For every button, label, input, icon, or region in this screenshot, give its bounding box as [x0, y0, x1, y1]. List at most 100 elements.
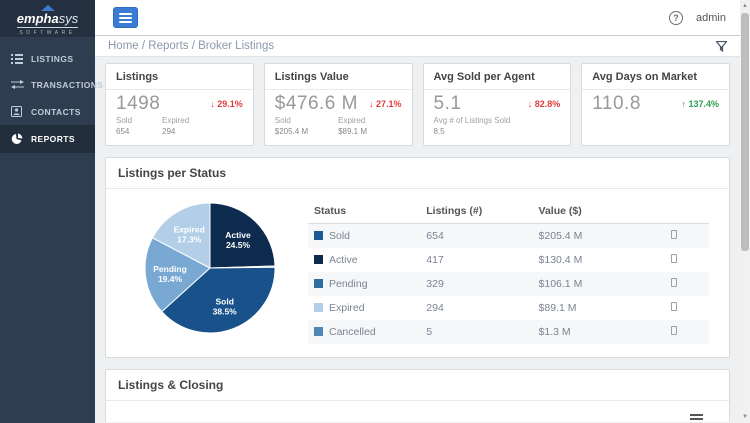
row-detail-icon[interactable] [670, 277, 677, 287]
sidebar: emphasys SOFTWARE LISTINGS TRANSACTIONS … [0, 0, 103, 423]
card-substat: Avg # of Listings Sold 8.5 [433, 116, 511, 136]
cell-action [665, 248, 709, 272]
row-detail-icon[interactable] [670, 301, 677, 311]
list-icon [11, 54, 24, 64]
row-detail-icon[interactable] [670, 229, 677, 239]
sidebar-item-label: LISTINGS [31, 54, 74, 64]
card-title: Avg Days on Market [582, 64, 729, 90]
stat-card-listings-value: Listings Value $476.6 M ↓ 27.1% Sold $205… [263, 63, 413, 146]
app-logo: emphasys SOFTWARE [0, 0, 95, 37]
table-header-row: Status Listings (#) Value ($) [308, 200, 709, 224]
cell-status: Pending [308, 271, 421, 296]
help-icon[interactable] [669, 10, 684, 25]
pie-chart-icon [11, 133, 24, 145]
sidebar-item-transactions[interactable]: TRANSACTIONS [0, 72, 103, 98]
chart-export-menu-icon[interactable] [690, 413, 703, 422]
panel-title: Listings per Status [106, 158, 729, 189]
col-header-value: Value ($) [532, 200, 665, 224]
cell-action [665, 296, 709, 320]
status-color-swatch [314, 230, 323, 240]
stat-card-avg-sold-per-agent: Avg Sold per Agent 5.1 ↓ 82.8% Avg # of … [422, 63, 572, 146]
pie-slice-label: Expired 17.3% [174, 224, 205, 244]
logo-subtitle: SOFTWARE [19, 29, 76, 36]
card-title: Avg Sold per Agent [423, 64, 571, 90]
status-color-swatch [314, 254, 323, 264]
row-detail-icon[interactable] [670, 325, 677, 335]
cell-value: $89.1 M [538, 301, 577, 314]
status-color-swatch [314, 326, 323, 336]
status-pie: Active 24.5% Sold 38.5% Pending 19.4% Expired 1… [144, 202, 276, 334]
card-substat: Sold 654 [116, 116, 133, 136]
cell-action [664, 223, 709, 248]
breadcrumb-bar: Home / Reports / Broker Listings [95, 36, 740, 57]
status-color-swatch [314, 302, 323, 312]
contact-card-icon [11, 106, 24, 117]
card-delta: ↓ 27.1% [368, 99, 402, 109]
filter-icon[interactable] [716, 40, 727, 52]
card-value: $476.6 M [274, 93, 358, 114]
cell-status: Expired [308, 296, 420, 320]
cell-listings: 5 [420, 319, 533, 344]
cell-listings: 294 [426, 301, 444, 314]
cell-value: $205.4 M [532, 223, 665, 248]
cell-action [664, 319, 709, 344]
logo-text-bold: empha [16, 10, 59, 26]
table-row: Cancelled 5 $1.3 M [308, 319, 709, 344]
card-delta: ↓ 29.1% [210, 99, 243, 109]
pie-slice-label: Pending 19.4% [153, 264, 187, 284]
closing-chart-area: 40M 160 [106, 401, 729, 422]
stat-card-listings: Listings 1498 ↓ 29.1% Sold 654 Expired 294 [105, 63, 254, 146]
card-title: Listings Value [264, 64, 412, 90]
cell-status: Active [308, 248, 420, 272]
cell-action [664, 271, 709, 296]
card-delta: ↑ 137.4% [681, 99, 719, 109]
logo-text: emphasys [16, 10, 79, 28]
trend-down-icon: ↓ [210, 99, 215, 109]
card-substat: Sold $205.4 M [274, 116, 309, 136]
card-value: 1498 [116, 93, 161, 114]
scrollbar-down-icon[interactable]: ▼ [740, 412, 750, 422]
sidebar-item-label: REPORTS [31, 134, 75, 144]
trend-down-icon: ↓ [368, 99, 374, 109]
card-substat: Expired 294 [162, 116, 190, 136]
menu-toggle-button[interactable] [113, 7, 138, 28]
logo-text-light: sys [58, 10, 79, 26]
col-header-actions [664, 200, 709, 224]
card-value: 110.8 [592, 93, 641, 114]
scrollbar-thumb[interactable] [741, 13, 749, 251]
trend-down-icon: ↓ [527, 99, 533, 109]
card-delta: ↓ 82.8% [527, 99, 561, 109]
status-color-swatch [314, 278, 323, 288]
transfer-icon [11, 80, 24, 90]
col-header-listings: Listings (#) [420, 200, 533, 224]
card-value: 5.1 [433, 93, 462, 114]
sidebar-item-label: TRANSACTIONS [31, 80, 104, 90]
vertical-scrollbar[interactable]: ▲ ▼ [740, 0, 750, 423]
sidebar-item-label: CONTACTS [31, 106, 81, 117]
breadcrumb[interactable]: Home / Reports / Broker Listings [108, 40, 274, 52]
user-menu[interactable]: admin [696, 12, 726, 24]
sidebar-item-listings[interactable]: LISTINGS [0, 46, 95, 72]
sidebar-item-reports[interactable]: REPORTS [0, 125, 95, 153]
cell-listings: 417 [426, 253, 444, 266]
sidebar-menu: LISTINGS TRANSACTIONS CONTACTS REPORTS [0, 46, 103, 153]
cell-value: $130.4 M [538, 253, 583, 266]
row-detail-icon[interactable] [670, 253, 677, 263]
topbar: admin [95, 0, 740, 36]
table-row: Active 417 $130.4 M [308, 248, 709, 272]
main-area: admin Home / Reports / Broker Listings L… [95, 0, 740, 423]
stat-cards-row: Listings 1498 ↓ 29.1% Sold 654 Expired 294… [105, 63, 730, 146]
panel-title: Listings & Closing [106, 370, 729, 401]
cell-status: Sold [308, 223, 421, 248]
page-content: Listings 1498 ↓ 29.1% Sold 654 Expired 294… [95, 57, 740, 422]
status-table-body: Sold 654 $205.4 M Active 417 $130.4 M Pending 3… [308, 223, 709, 344]
scrollbar-up-icon[interactable]: ▲ [740, 1, 750, 11]
trend-up-icon: ↑ [681, 99, 686, 109]
col-header-status: Status [308, 200, 421, 224]
cell-listings: 654 [420, 223, 533, 248]
table-row: Pending 329 $106.1 M [308, 271, 709, 296]
pie-slice-label: Active 24.5% [225, 230, 251, 250]
listings-per-status-panel: Listings per Status Active 24.5% Sold 38.5%… [105, 156, 730, 358]
sidebar-item-contacts[interactable]: CONTACTS [0, 98, 95, 125]
status-pie-chart: Active 24.5% Sold 38.5% Pending 19.4% Expired 1… [142, 200, 282, 344]
